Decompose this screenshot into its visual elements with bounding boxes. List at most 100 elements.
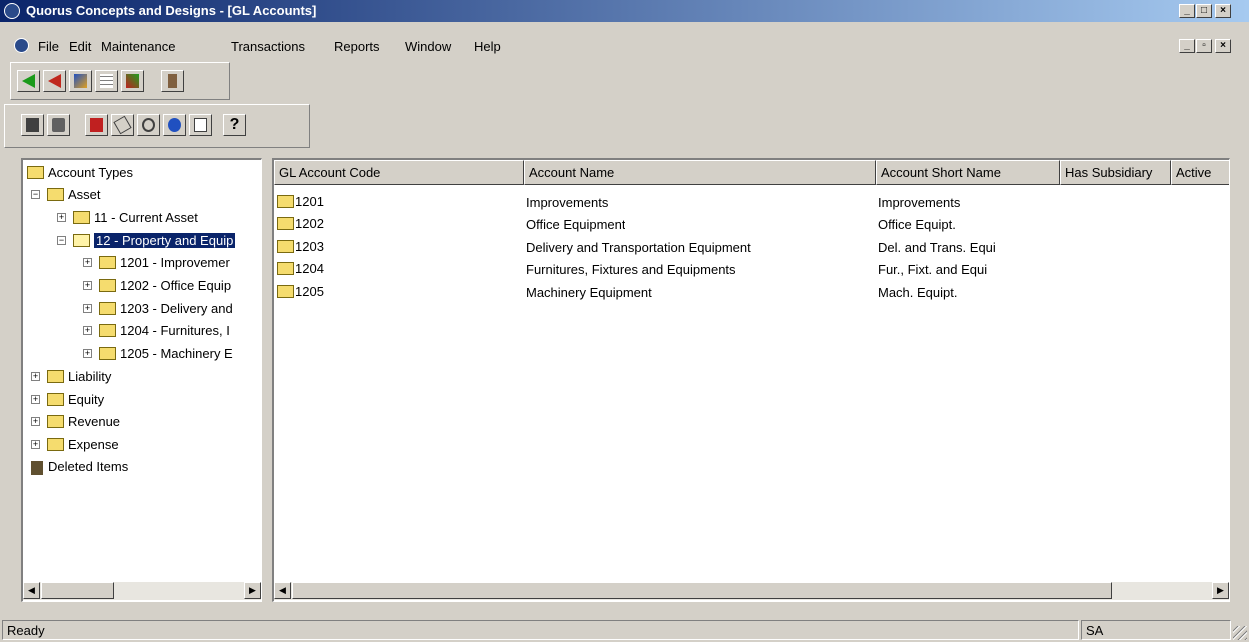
row-code: 1201	[295, 194, 324, 209]
tree-item-asset[interactable]: Asset	[47, 186, 101, 206]
tree-item-equity[interactable]: Equity	[47, 391, 104, 411]
expand-toggle[interactable]: +	[83, 304, 92, 313]
row-name: Machinery Equipment	[526, 285, 652, 300]
collapse-asset-toggle[interactable]: −	[31, 190, 40, 199]
find-button[interactable]	[137, 114, 160, 136]
expand-expense-toggle[interactable]: +	[31, 440, 40, 449]
column-header-name[interactable]: Account Name	[524, 160, 876, 185]
menu-edit[interactable]: Edit	[69, 39, 91, 54]
scroll-thumb[interactable]	[292, 582, 1112, 599]
refresh-icon	[168, 118, 181, 132]
resize-grip-icon[interactable]	[1233, 626, 1247, 640]
scroll-left-button[interactable]: ◀	[23, 582, 40, 599]
chart-button[interactable]	[69, 70, 92, 92]
minimize-button[interactable]: _	[1179, 4, 1195, 18]
scroll-right-button[interactable]: ▶	[244, 582, 261, 599]
menu-transactions[interactable]: Transactions	[231, 39, 305, 54]
back-button[interactable]	[17, 70, 40, 92]
expand-toggle[interactable]: +	[83, 258, 92, 267]
account-tree[interactable]: Account Types − Asset + 11 - Current Ass…	[21, 158, 262, 602]
tree-item-deleted[interactable]: Deleted Items	[31, 458, 128, 478]
window-title: Quorus Concepts and Designs - [GL Accoun…	[26, 3, 317, 18]
tree-item-property[interactable]: 12 - Property and Equip	[73, 232, 236, 252]
tree-item-label: 1203 - Delivery and	[120, 301, 233, 316]
forward-button[interactable]	[43, 70, 66, 92]
column-header-has-subsidiary[interactable]: Has Subsidiary	[1060, 160, 1171, 185]
refresh-button[interactable]	[163, 114, 186, 136]
tree-item-label: 1201 - Improvemer	[120, 255, 230, 270]
child-minimize-button[interactable]: _	[1179, 39, 1195, 53]
row-code: 1202	[295, 216, 324, 231]
tree-item-1205[interactable]: 1205 - Machinery E	[99, 345, 233, 365]
tree-root-label: Account Types	[48, 165, 134, 180]
tree-item-1201[interactable]: 1201 - Improvemer	[99, 254, 230, 274]
collapse-property-toggle[interactable]: −	[57, 236, 66, 245]
save-button[interactable]	[21, 114, 44, 136]
expand-toggle[interactable]: +	[83, 281, 92, 290]
expand-toggle[interactable]: +	[83, 326, 92, 335]
expand-liability-toggle[interactable]: +	[31, 372, 40, 381]
help-button[interactable]: ?	[223, 114, 246, 136]
eraser-button[interactable]	[111, 114, 134, 136]
action-toolbar: ?	[4, 104, 310, 148]
help-icon: ?	[229, 116, 240, 133]
tree-horizontal-scrollbar[interactable]: ◀ ▶	[23, 582, 261, 600]
tree-item-label: 1202 - Office Equip	[120, 278, 232, 293]
status-text: Ready	[2, 620, 1079, 640]
tree-item-1202[interactable]: 1202 - Office Equip	[99, 277, 231, 297]
column-header-short-name[interactable]: Account Short Name	[876, 160, 1060, 185]
grid-button[interactable]	[95, 70, 118, 92]
add-record-button[interactable]	[85, 114, 108, 136]
app-logo-icon[interactable]	[4, 3, 20, 19]
tree-root[interactable]: Account Types	[27, 164, 133, 184]
tree-item-label: Liability	[68, 369, 112, 384]
exit-button[interactable]	[161, 70, 184, 92]
folder-icon	[47, 370, 64, 384]
row-short-name: Fur., Fixt. and Equi	[878, 262, 988, 277]
tree-item-expense[interactable]: Expense	[47, 436, 119, 456]
accounts-list[interactable]: GL Account Code Account Name Account Sho…	[272, 158, 1230, 602]
list-horizontal-scrollbar[interactable]: ◀ ▶	[274, 582, 1229, 600]
folder-icon	[47, 188, 64, 202]
child-close-button[interactable]: ×	[1215, 39, 1231, 53]
scroll-left-button[interactable]: ◀	[274, 582, 291, 599]
title-bar[interactable]: Quorus Concepts and Designs - [GL Accoun…	[0, 0, 1249, 22]
chart-icon	[74, 74, 87, 88]
maximize-button[interactable]: □	[1196, 4, 1212, 18]
expand-toggle[interactable]: +	[83, 349, 92, 358]
tree-item-1204[interactable]: 1204 - Furnitures, I	[99, 322, 230, 342]
folder-open-icon	[73, 234, 90, 248]
column-header-code[interactable]: GL Account Code	[274, 160, 524, 185]
expand-equity-toggle[interactable]: +	[31, 395, 40, 404]
tree-item-1203[interactable]: 1203 - Delivery and	[99, 300, 233, 320]
column-header-active[interactable]: Active	[1171, 160, 1229, 185]
row-name: Delivery and Transportation Equipment	[526, 240, 751, 255]
expand-current-asset-toggle[interactable]: +	[57, 213, 66, 222]
expand-revenue-toggle[interactable]: +	[31, 417, 40, 426]
child-restore-button[interactable]: ▫	[1196, 39, 1212, 53]
scroll-thumb[interactable]	[41, 582, 114, 599]
tree-item-label: Revenue	[68, 414, 121, 429]
close-button[interactable]: ×	[1215, 4, 1231, 18]
menu-help[interactable]: Help	[474, 39, 501, 54]
menu-window[interactable]: Window	[405, 39, 451, 54]
find-icon	[142, 118, 155, 132]
row-short-name: Mach. Equipt.	[878, 285, 958, 300]
edit-pencil-icon	[126, 74, 139, 88]
folder-icon	[99, 347, 116, 361]
menu-reports[interactable]: Reports	[334, 39, 380, 54]
menu-maintenance[interactable]: Maintenance	[101, 39, 175, 54]
tree-item-liability[interactable]: Liability	[47, 368, 111, 388]
folder-icon	[99, 324, 116, 338]
tree-item-current-asset[interactable]: 11 - Current Asset	[73, 209, 198, 229]
folder-icon	[99, 256, 116, 270]
print-button[interactable]	[47, 114, 70, 136]
edit-button[interactable]	[121, 70, 144, 92]
scroll-right-button[interactable]: ▶	[1212, 582, 1229, 599]
export-button[interactable]	[189, 114, 212, 136]
menu-file[interactable]: File	[38, 39, 59, 54]
document-icon[interactable]	[14, 38, 29, 53]
row-short-name: Improvements	[878, 195, 961, 210]
tree-item-revenue[interactable]: Revenue	[47, 413, 120, 433]
folder-icon	[99, 302, 116, 316]
